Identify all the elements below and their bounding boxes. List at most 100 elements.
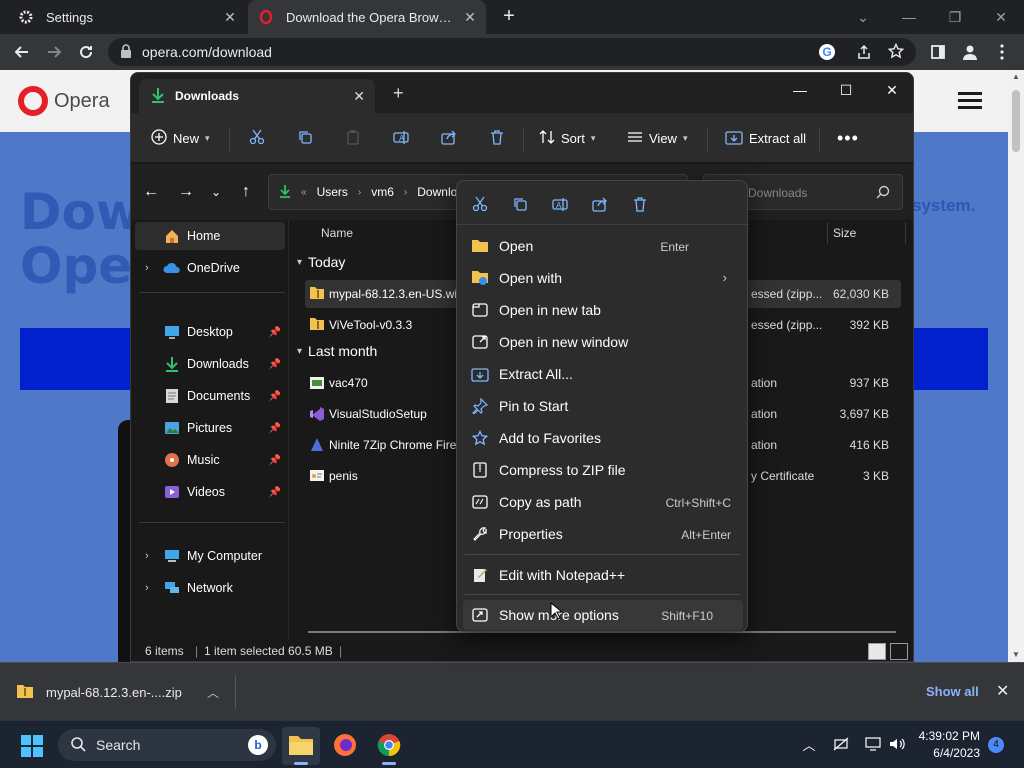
page-scrollbar[interactable]: ▲ ▼ xyxy=(1008,70,1024,662)
sort-button[interactable]: Sort ▾ xyxy=(539,125,595,151)
copy-button[interactable] xyxy=(297,125,313,151)
share-icon[interactable] xyxy=(856,44,872,63)
back-button[interactable] xyxy=(8,38,36,66)
opera-logo[interactable]: Opera xyxy=(18,86,110,116)
new-tab-button[interactable]: + xyxy=(498,6,520,28)
close-icon[interactable]: ✕ xyxy=(353,88,365,105)
menu-item-open-with[interactable]: Open with › xyxy=(463,263,743,293)
new-tab-button[interactable]: + xyxy=(393,83,404,104)
menu-item-copy-as-path[interactable]: Copy as path Ctrl+Shift+C xyxy=(463,487,743,517)
menu-item-open[interactable]: Open Enter xyxy=(463,231,743,261)
rename-icon[interactable]: A xyxy=(549,193,571,215)
sidebar-item-music[interactable]: Music 📌 xyxy=(135,446,285,474)
share-icon[interactable] xyxy=(589,193,611,215)
sidebar-item-pictures[interactable]: Pictures 📌 xyxy=(135,414,285,442)
sidebar-item-desktop[interactable]: Desktop 📌 xyxy=(135,318,285,346)
menu-item-properties[interactable]: Properties Alt+Enter xyxy=(463,519,743,549)
breadcrumb-item[interactable]: Users xyxy=(317,185,348,199)
menu-item-add-favorites[interactable]: Add to Favorites xyxy=(463,423,743,453)
scroll-down-icon[interactable]: ▼ xyxy=(1012,650,1020,659)
details-view-icon[interactable] xyxy=(868,643,886,660)
scissors-icon[interactable] xyxy=(469,193,491,215)
chevron-right-icon[interactable]: › xyxy=(145,262,149,274)
forward-button[interactable] xyxy=(40,38,68,66)
download-item[interactable]: mypal-68.12.3.en-....zip ︿ xyxy=(16,675,236,709)
extract-all-button[interactable]: Extract all xyxy=(725,125,806,151)
lock-icon[interactable] xyxy=(120,43,132,61)
maximize-button[interactable]: ☐ xyxy=(831,77,861,103)
taskbar-search[interactable]: Search b xyxy=(58,729,276,761)
up-arrow-icon[interactable]: ↑ xyxy=(234,180,258,204)
sidebar-item-documents[interactable]: Documents 📌 xyxy=(135,382,285,410)
copy-icon[interactable] xyxy=(509,193,531,215)
close-window-button[interactable]: ✕ xyxy=(877,77,907,103)
pin-icon[interactable]: 📌 xyxy=(269,455,281,466)
sidebar-item-my-computer[interactable]: › My Computer xyxy=(135,542,285,570)
close-window-button[interactable]: ✕ xyxy=(988,4,1014,30)
menu-item-open-new-tab[interactable]: Open in new tab xyxy=(463,295,743,325)
network-disconnected-icon[interactable] xyxy=(832,735,850,753)
hamburger-menu-icon[interactable] xyxy=(958,92,982,110)
menu-item-pin-to-start[interactable]: Pin to Start xyxy=(463,391,743,421)
chevron-right-icon[interactable]: › xyxy=(145,582,149,594)
column-header-size[interactable]: Size xyxy=(833,226,856,240)
overflow-chevron-icon[interactable]: « xyxy=(301,187,307,198)
tab-settings[interactable]: Settings ✕ xyxy=(8,0,246,34)
cut-button[interactable] xyxy=(249,125,265,151)
rename-button[interactable]: A xyxy=(393,125,409,151)
chevron-up-icon[interactable]: ︿ xyxy=(207,684,219,701)
new-button[interactable]: New ▾ xyxy=(151,125,210,151)
taskbar-chrome[interactable] xyxy=(370,727,408,765)
view-button[interactable]: View ▾ xyxy=(627,125,687,151)
sidebar-item-home[interactable]: Home xyxy=(135,222,285,250)
scroll-up-icon[interactable]: ▲ xyxy=(1012,72,1020,81)
scrollbar-thumb[interactable] xyxy=(1012,90,1020,152)
menu-item-open-new-window[interactable]: Open in new window xyxy=(463,327,743,357)
chevron-right-icon[interactable]: › xyxy=(145,550,149,562)
side-panel-icon[interactable] xyxy=(924,38,952,66)
tiles-view-icon[interactable] xyxy=(890,643,908,660)
menu-kebab-icon[interactable] xyxy=(988,38,1016,66)
display-icon[interactable] xyxy=(864,735,882,753)
more-options-icon[interactable]: ••• xyxy=(837,125,859,151)
close-icon[interactable]: ✕ xyxy=(462,9,478,25)
pin-icon[interactable]: 📌 xyxy=(269,487,281,498)
column-header-name[interactable]: Name xyxy=(321,226,353,240)
close-icon[interactable]: ✕ xyxy=(222,9,238,25)
notification-badge[interactable]: 4 xyxy=(988,737,1004,753)
group-header-last-month[interactable]: ▾ Last month xyxy=(297,343,377,359)
forward-arrow-icon[interactable]: → xyxy=(174,180,198,204)
group-header-today[interactable]: ▾ Today xyxy=(297,254,345,270)
menu-item-show-more-options[interactable]: Show more options Shift+F10 xyxy=(463,600,743,630)
pin-icon[interactable]: 📌 xyxy=(269,423,281,434)
menu-item-compress-zip[interactable]: Compress to ZIP file xyxy=(463,455,743,485)
windows-start-icon[interactable] xyxy=(20,734,44,758)
recent-locations-icon[interactable]: ⌄ xyxy=(204,180,228,204)
pin-icon[interactable]: 📌 xyxy=(269,391,281,402)
share-button[interactable] xyxy=(441,125,457,151)
tab-search-icon[interactable]: ⌄ xyxy=(850,4,876,30)
system-clock[interactable]: 4:39:02 PM 6/4/2023 xyxy=(918,728,980,762)
bookmark-star-icon[interactable] xyxy=(887,42,905,62)
volume-icon[interactable] xyxy=(888,735,906,753)
minimize-button[interactable]: — xyxy=(785,77,815,103)
explorer-tab[interactable]: Downloads ✕ xyxy=(139,79,375,113)
sidebar-item-network[interactable]: › Network xyxy=(135,574,285,602)
taskbar-firefox[interactable] xyxy=(326,727,364,765)
back-arrow-icon[interactable]: ← xyxy=(139,180,163,204)
reload-button[interactable] xyxy=(72,38,100,66)
close-icon[interactable]: ✕ xyxy=(996,681,1009,701)
chevron-up-icon[interactable]: ︿ xyxy=(800,735,818,753)
google-icon[interactable]: G xyxy=(818,43,836,64)
sidebar-item-onedrive[interactable]: › OneDrive xyxy=(135,254,285,282)
show-all-link[interactable]: Show all xyxy=(926,684,979,699)
menu-item-edit-notepadpp[interactable]: Edit with Notepad++ xyxy=(463,560,743,590)
delete-button[interactable] xyxy=(489,125,505,151)
bing-icon[interactable]: b xyxy=(248,735,268,755)
sidebar-item-videos[interactable]: Videos 📌 xyxy=(135,478,285,506)
address-bar[interactable]: opera.com/download G xyxy=(108,38,916,66)
tab-opera-download[interactable]: Download the Opera Browser for ✕ xyxy=(248,0,486,34)
sidebar-item-downloads[interactable]: Downloads 📌 xyxy=(135,350,285,378)
menu-item-extract-all[interactable]: Extract All... xyxy=(463,359,743,389)
pin-icon[interactable]: 📌 xyxy=(269,359,281,370)
